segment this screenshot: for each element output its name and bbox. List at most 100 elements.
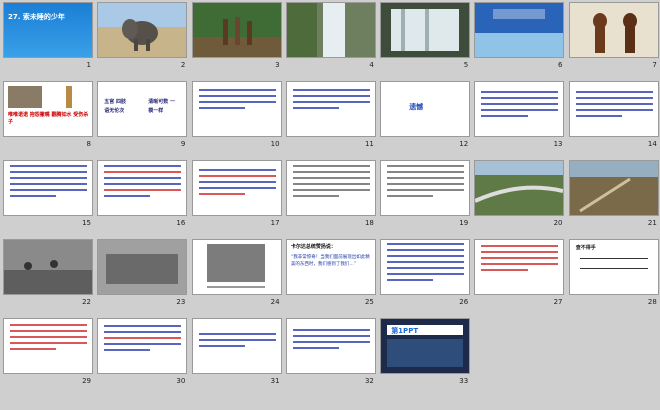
slide-thumb-2[interactable]: 2	[98, 3, 187, 70]
slide-31[interactable]	[192, 319, 281, 373]
slide-22[interactable]	[4, 240, 92, 294]
slide-thumb-32[interactable]: 32	[286, 319, 375, 386]
slide-thumb-18[interactable]: 18	[286, 161, 375, 228]
slide-thumb-26[interactable]: 26	[381, 240, 470, 307]
slide-thumb-9[interactable]: 五官 四肢 语无伦次 清晰可数 一模一样 9	[98, 82, 187, 149]
slide-9-left: 五官 四肢 语无伦次	[104, 99, 127, 114]
slide-number: 14	[647, 140, 657, 148]
slide-15[interactable]	[4, 161, 92, 215]
slide-thumb-10[interactable]: 10	[192, 82, 281, 149]
slide-number: 12	[459, 140, 469, 148]
slide-number: 1	[86, 61, 91, 69]
slide-thumb-22[interactable]: 22	[4, 240, 92, 307]
slide-32[interactable]	[286, 319, 375, 373]
slide-20[interactable]	[475, 161, 564, 215]
slide-thumb-25[interactable]: 卡尔达总统赞扬说： “我非常惊奇！当我们面前展现出如此精美的东西时，我们感到了我…	[286, 240, 375, 307]
slide-1-title: 27. 索未睡的少年	[8, 13, 65, 21]
slide-thumb-4[interactable]: 4	[286, 3, 375, 70]
divider	[579, 268, 648, 269]
slide-number: 15	[82, 219, 91, 227]
slide-33[interactable]: 第1PPT	[381, 319, 470, 373]
slide-sorter-grid: 27. 索未睡的少年 1 2 3 4 5 6 7 唯唯诺诺 抱怨撇嘴 翻腾如水 …	[4, 3, 658, 386]
slide-thumb-24[interactable]: 24	[192, 240, 281, 307]
slide-number: 18	[364, 219, 374, 227]
slide-30[interactable]	[98, 319, 187, 373]
slide-29[interactable]	[4, 319, 92, 373]
group-photo	[98, 240, 187, 294]
animals-image	[4, 82, 92, 136]
slide-number: 24	[270, 298, 280, 306]
workers-photo	[4, 240, 92, 294]
slide-2[interactable]	[98, 3, 187, 57]
slide-17[interactable]	[192, 161, 281, 215]
slide-number: 28	[647, 298, 657, 306]
slide-thumb-28[interactable]: 查不得手 28	[569, 240, 658, 307]
slide-thumb-23[interactable]: 23	[98, 240, 187, 307]
slide-6[interactable]	[475, 3, 564, 57]
slide-19[interactable]	[381, 161, 470, 215]
slide-thumb-15[interactable]: 15	[4, 161, 92, 228]
slide-thumb-13[interactable]: 13	[475, 82, 564, 149]
slide-18[interactable]	[286, 161, 375, 215]
slide-number: 2	[180, 61, 186, 69]
slide-thumb-29[interactable]: 29	[4, 319, 92, 386]
slide-thumb-14[interactable]: 14	[569, 82, 658, 149]
text-lines	[481, 91, 559, 121]
slide-thumb-30[interactable]: 30	[98, 319, 187, 386]
slide-13[interactable]	[475, 82, 564, 136]
slide-23[interactable]	[98, 240, 187, 294]
slide-number: 25	[364, 298, 374, 306]
slide-thumb-6[interactable]: 6	[475, 3, 564, 70]
slide-thumb-21[interactable]: 21	[569, 161, 658, 228]
text-lines	[481, 245, 559, 275]
slide-thumb-11[interactable]: 11	[286, 82, 375, 149]
slide-11[interactable]	[286, 82, 375, 136]
slide-thumb-33[interactable]: 第1PPT 33	[381, 319, 470, 386]
slide-3[interactable]	[192, 3, 281, 57]
slide-1[interactable]: 27. 索未睡的少年	[4, 3, 92, 57]
slide-28[interactable]: 查不得手	[569, 240, 658, 294]
slide-thumb-5[interactable]: 5	[381, 3, 470, 70]
slide-number: 9	[180, 140, 186, 148]
slide-9-right: 清晰可数 一模一样	[148, 99, 176, 114]
slide-thumb-3[interactable]: 3	[192, 3, 281, 70]
slide-26[interactable]	[381, 240, 470, 294]
slide-thumb-20[interactable]: 20	[475, 161, 564, 228]
slide-9[interactable]: 五官 四肢 语无伦次 清晰可数 一模一样	[98, 82, 187, 136]
slide-7[interactable]	[569, 3, 658, 57]
slide-thumb-7[interactable]: 7	[569, 3, 658, 70]
text-lines	[575, 91, 653, 121]
slide-number: 6	[558, 61, 563, 69]
slide-number: 27	[553, 298, 563, 306]
slide-thumb-16[interactable]: 16	[98, 161, 187, 228]
text-lines	[198, 89, 276, 113]
ad-panel	[387, 339, 464, 367]
text-lines	[198, 169, 276, 199]
slide-number: 19	[459, 219, 469, 227]
slide-24[interactable]	[192, 240, 281, 294]
slide-16[interactable]	[98, 161, 187, 215]
slide-4[interactable]	[286, 3, 375, 57]
slide-10[interactable]	[192, 82, 281, 136]
slide-8[interactable]: 唯唯诺诺 抱怨撇嘴 翻腾如水 受伤杀子	[4, 82, 92, 136]
slide-thumb-17[interactable]: 17	[192, 161, 281, 228]
slide-28-heading: 查不得手	[575, 245, 596, 251]
slide-thumb-31[interactable]: 31	[192, 319, 281, 386]
slide-25[interactable]: 卡尔达总统赞扬说： “我非常惊奇！当我们面前展现出如此精美的东西时，我们感到了我…	[286, 240, 375, 294]
slide-thumb-1[interactable]: 27. 索未睡的少年 1	[4, 3, 92, 70]
slide-5[interactable]	[381, 3, 470, 57]
slide-14[interactable]	[569, 82, 658, 136]
slide-25-heading: 卡尔达总统赞扬说：	[290, 244, 336, 250]
slide-27[interactable]	[475, 240, 564, 294]
slide-12[interactable]: 遗憾	[381, 82, 470, 136]
slide-number: 32	[364, 377, 374, 385]
slide-thumb-8[interactable]: 唯唯诺诺 抱怨撇嘴 翻腾如水 受伤杀子 8	[4, 82, 92, 149]
slide-number: 8	[86, 140, 91, 148]
slide-21[interactable]	[569, 161, 658, 215]
slide-thumb-27[interactable]: 27	[475, 240, 564, 307]
elephant-image	[98, 3, 187, 57]
slide-thumb-19[interactable]: 19	[381, 161, 470, 228]
slide-thumb-12[interactable]: 遗憾 12	[381, 82, 470, 149]
text-lines	[387, 165, 465, 201]
text-lines	[387, 243, 465, 285]
